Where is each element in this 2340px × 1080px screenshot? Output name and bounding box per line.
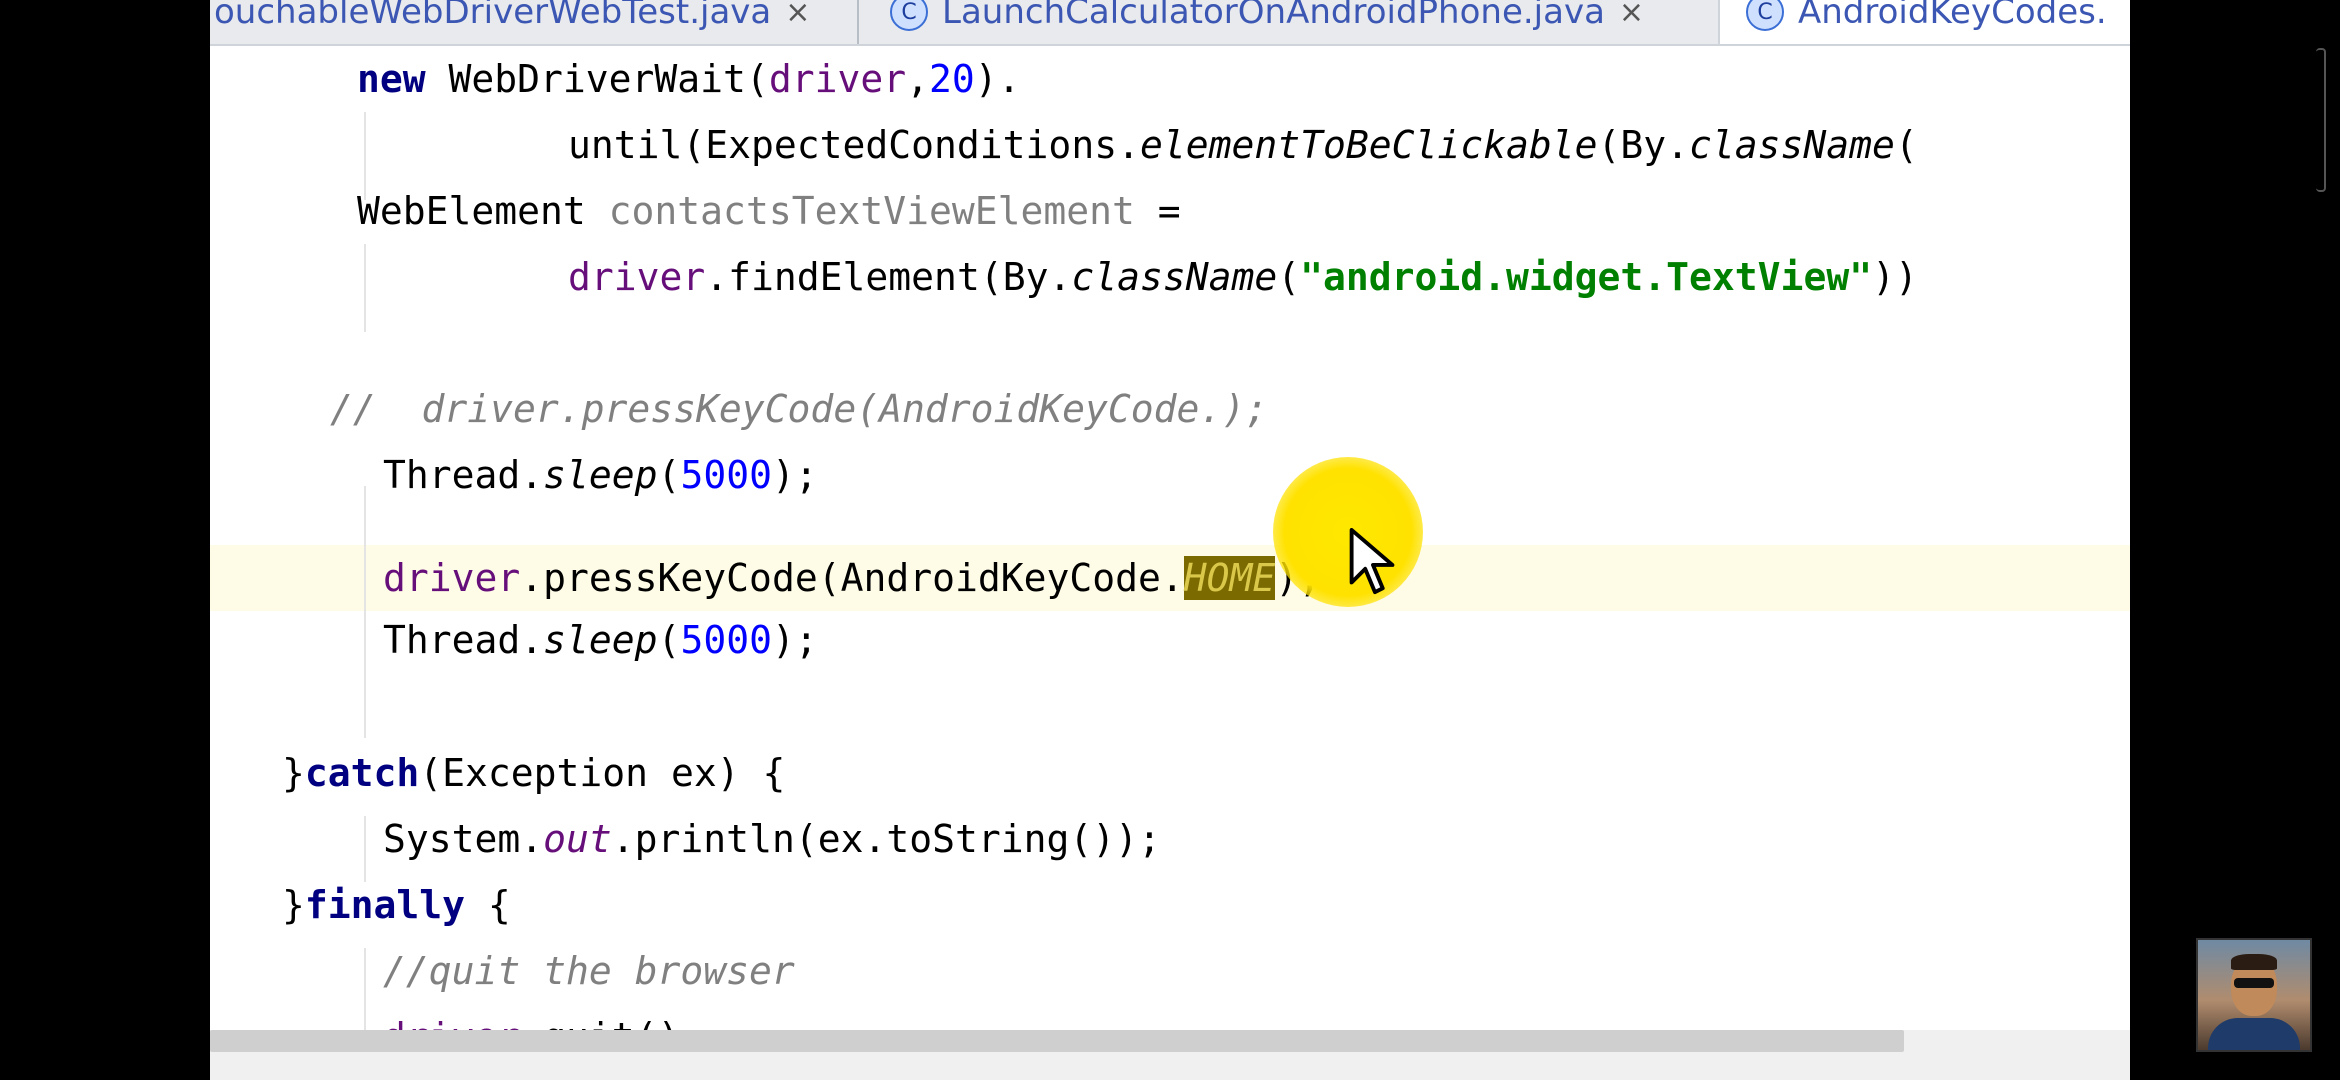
close-icon[interactable]: ×: [785, 0, 810, 30]
tab-android-keycodes[interactable]: C AndroidKeyCodes.: [1718, 0, 2130, 44]
indent-guide: [364, 486, 366, 738]
editor-tab-bar: ouchableWebDriverWebTest.java × C Launch…: [210, 0, 2130, 46]
indent-guide: [364, 948, 366, 1030]
tab-touchable-webdriver-test[interactable]: ouchableWebDriverWebTest.java ×: [214, 0, 810, 44]
tab-divider: [857, 0, 859, 44]
presenter-hair: [2231, 954, 2277, 970]
indent-guide: [364, 244, 366, 332]
code-editor[interactable]: new WebDriverWait(driver,20). until(Expe…: [210, 46, 2130, 1059]
code-line[interactable]: WebElement contactsTextViewElement =: [357, 178, 1181, 244]
sunglasses-icon: [2234, 978, 2274, 988]
code-line-current[interactable]: driver.pressKeyCode(AndroidKeyCode.HOME)…: [383, 545, 1321, 611]
tab-launch-calculator[interactable]: C LaunchCalculatorOnAndroidPhone.java ×: [890, 0, 1644, 44]
click-highlight: [1273, 457, 1423, 607]
code-line[interactable]: System.out.println(ex.toString());: [383, 806, 1161, 872]
code-line-comment[interactable]: // driver.pressKeyCode(AndroidKeyCode.);: [330, 376, 1268, 442]
close-icon[interactable]: ×: [1619, 0, 1644, 30]
ide-screen: ouchableWebDriverWebTest.java × C Launch…: [210, 0, 2130, 1080]
code-line[interactable]: driver.findElement(By.className("android…: [568, 244, 1918, 310]
code-line[interactable]: Thread.sleep(5000);: [383, 442, 818, 508]
class-c-icon: C: [1746, 0, 1784, 31]
code-line-comment[interactable]: //quit the browser: [383, 938, 795, 1004]
mouse-pointer-icon: [1349, 528, 1395, 595]
tab-label: AndroidKeyCodes.: [1798, 0, 2107, 32]
horizontal-scrollbar-thumb[interactable]: [210, 1030, 1904, 1052]
edge-gesture-handle[interactable]: [2316, 48, 2326, 192]
tab-label: ouchableWebDriverWebTest.java: [214, 0, 772, 32]
code-line[interactable]: Thread.sleep(5000);: [383, 607, 818, 673]
selected-token: HOME: [1183, 556, 1276, 600]
code-line[interactable]: new WebDriverWait(driver,20).: [357, 46, 1021, 112]
presenter-shirt: [2208, 1018, 2300, 1050]
code-line[interactable]: until(ExpectedConditions.elementToBeClic…: [568, 112, 1918, 178]
code-line[interactable]: }finally {: [282, 872, 511, 938]
class-c-icon: C: [890, 0, 928, 31]
presenter-webcam-thumbnail: [2196, 938, 2312, 1052]
tab-label: LaunchCalculatorOnAndroidPhone.java: [942, 0, 1605, 32]
code-line[interactable]: }catch(Exception ex) {: [282, 740, 785, 806]
